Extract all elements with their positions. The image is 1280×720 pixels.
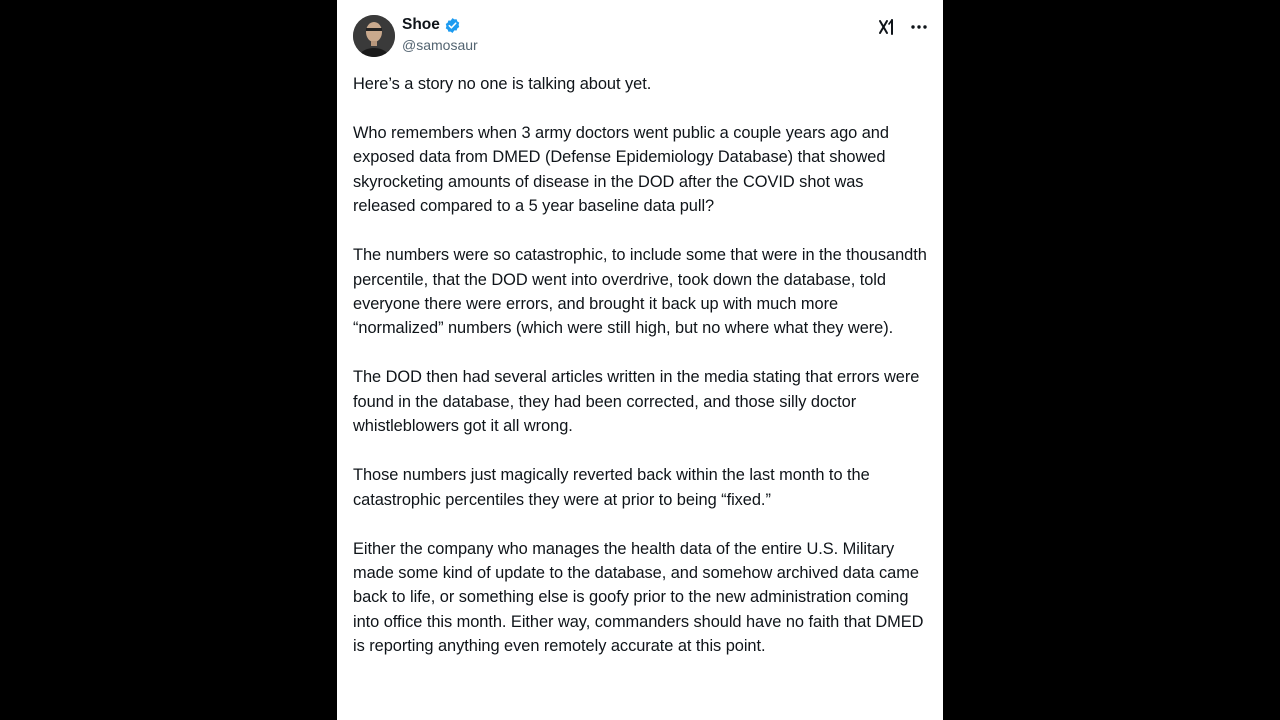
post-paragraph: Those numbers just magically reverted ba… xyxy=(353,466,870,509)
user-handle[interactable]: @samosaur xyxy=(402,37,478,53)
post-text: Here’s a story no one is talking about y… xyxy=(353,72,929,683)
more-options-icon[interactable] xyxy=(909,17,929,37)
post-card: Shoe @samosaur Here’s a story no one is … xyxy=(337,0,943,720)
post-paragraph: The numbers were so catastrophic, to inc… xyxy=(353,246,927,338)
verified-badge-icon xyxy=(444,17,461,34)
display-name[interactable]: Shoe xyxy=(402,16,440,34)
name-row: Shoe xyxy=(402,16,461,34)
grok-icon[interactable] xyxy=(877,17,897,37)
video-frame: Shoe @samosaur Here’s a story no one is … xyxy=(0,0,1280,720)
post-paragraph: Here’s a story no one is talking about y… xyxy=(353,75,652,93)
post-paragraph: Either the company who manages the healt… xyxy=(353,539,924,656)
post-paragraph: The DOD then had several articles writte… xyxy=(353,368,920,436)
post-header: Shoe @samosaur xyxy=(353,15,931,59)
post-paragraph: Who remembers when 3 army doctors went p… xyxy=(353,124,889,216)
avatar[interactable] xyxy=(353,15,395,57)
